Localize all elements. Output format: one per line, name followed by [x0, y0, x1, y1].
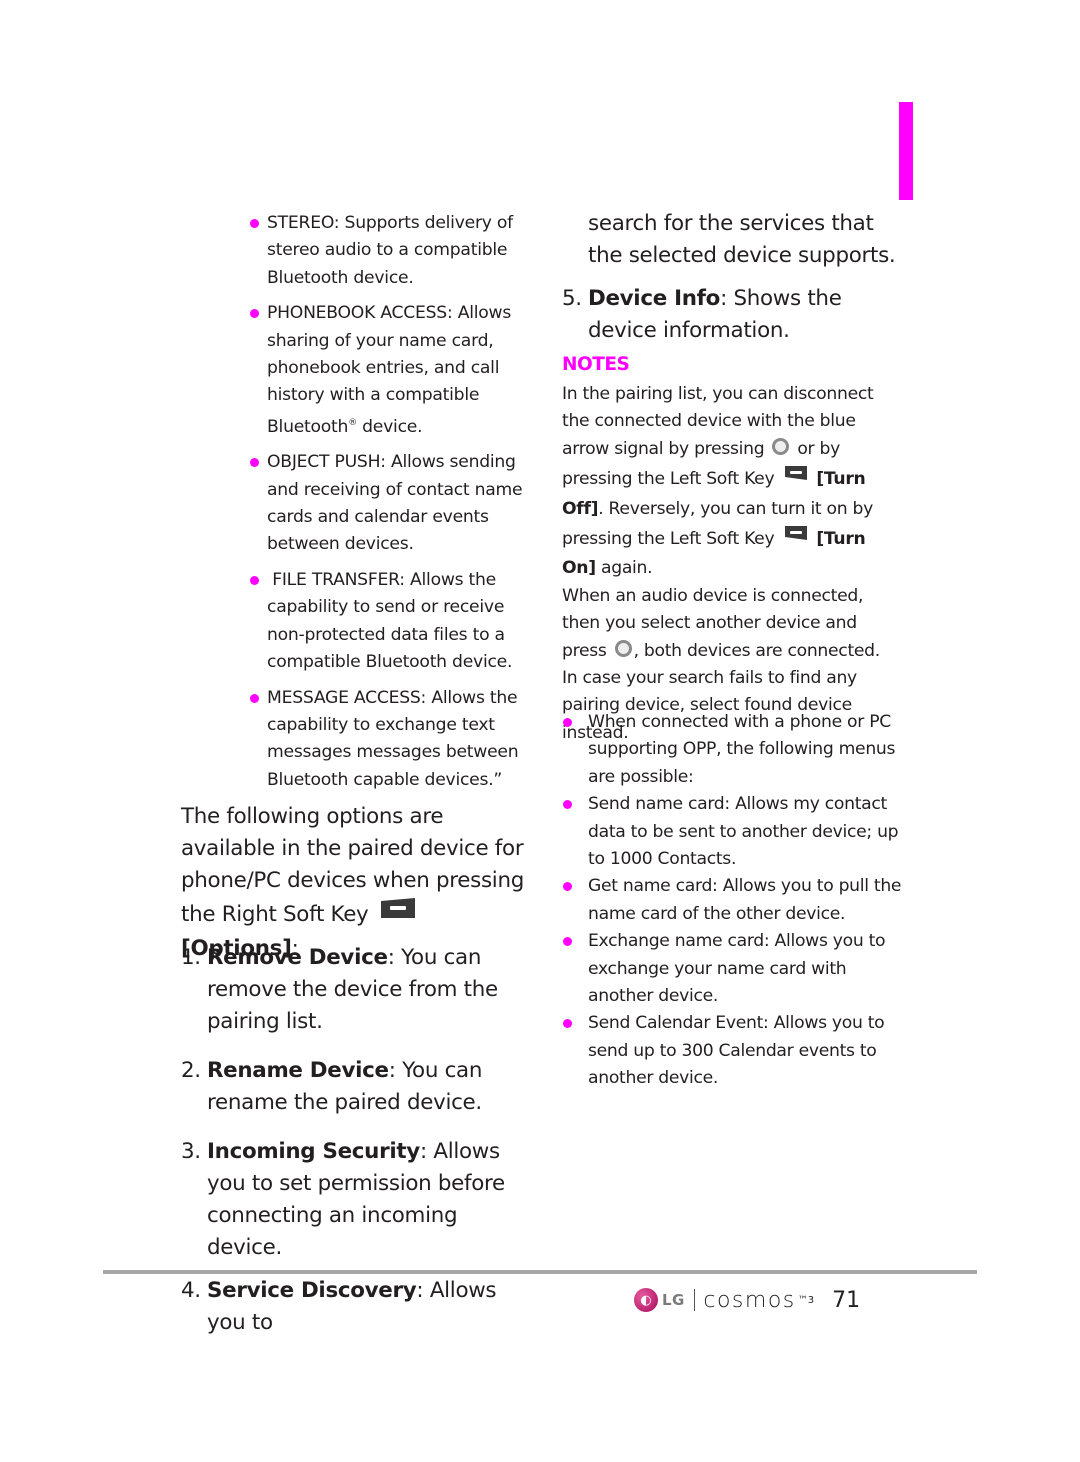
- list-item: STEREO: Supports delivery of stereo audi…: [250, 210, 525, 292]
- list-item: Send Calendar Event: Allows you to send …: [562, 1010, 902, 1092]
- bullet-text: device.: [356, 416, 423, 437]
- bullet-text: FILE TRANSFER: Allows the capability to …: [267, 569, 513, 673]
- item-number: 2.: [181, 1058, 201, 1083]
- list-item: Send name card: Allows my contact data t…: [562, 791, 902, 873]
- page-number: 71: [832, 1287, 861, 1313]
- item-term: Device Info: [588, 286, 721, 311]
- list-item: FILE TRANSFER: Allows the capability to …: [250, 567, 525, 677]
- notes-paragraph: When an audio device is connected, then …: [562, 583, 902, 665]
- registered-mark: ®: [348, 417, 357, 428]
- list-item: 2. Rename Device: You can rename the pai…: [181, 1055, 526, 1119]
- item-term: Incoming Security: [207, 1139, 420, 1164]
- footer-separator: [693, 1289, 696, 1311]
- bullet-text: Get name card: Allows you to pull the na…: [588, 876, 902, 924]
- item-number: 1.: [181, 945, 201, 970]
- ok-key-icon: [772, 438, 790, 456]
- left-soft-key-icon: [784, 463, 808, 490]
- options-intro: The following options are available in t…: [181, 801, 526, 965]
- lg-logo-icon: ◐: [634, 1288, 658, 1312]
- notes-bullet-list: When connected with a phone or PC suppor…: [562, 709, 902, 1093]
- option4-continued: search for the services that the selecte…: [588, 211, 896, 268]
- bullet-text: Send Calendar Event: Allows you to send …: [588, 1013, 885, 1089]
- item-term: Service Discovery: [207, 1278, 417, 1303]
- list-item: OBJECT PUSH: Allows sending and receivin…: [250, 449, 525, 559]
- options-list-continued: search for the services that the selecte…: [562, 208, 902, 364]
- bullet-text: OBJECT PUSH: Allows sending and receivin…: [267, 452, 523, 555]
- product-suffix: ™3: [797, 1294, 815, 1306]
- bullet-icon: [250, 693, 259, 703]
- item-term: Rename Device: [207, 1058, 389, 1083]
- bullet-text: When connected with a phone or PC suppor…: [588, 712, 896, 787]
- chapter-tab-marker: [899, 102, 913, 200]
- list-item: Get name card: Allows you to pull the na…: [562, 873, 902, 928]
- list-item: When connected with a phone or PC suppor…: [562, 709, 902, 791]
- notes-text: , both devices are connected.: [633, 640, 881, 661]
- footer-divider: [103, 1270, 977, 1274]
- item-number: 5.: [562, 286, 582, 311]
- list-item: PHONEBOOK ACCESS: Allows sharing of your…: [250, 300, 525, 441]
- bullet-text: Exchange name card: Allows you to exchan…: [588, 931, 886, 1007]
- list-item: 3. Incoming Security: Allows you to set …: [181, 1136, 526, 1264]
- ok-key-icon: [614, 640, 632, 658]
- item-number: 4.: [181, 1278, 201, 1303]
- lg-logo-text: LG: [662, 1291, 685, 1309]
- bullet-icon: [563, 882, 572, 892]
- list-item: MESSAGE ACCESS: Allows the capability to…: [250, 685, 525, 795]
- list-item: 5. Device Info: Shows the device informa…: [562, 283, 902, 347]
- intro-text: The following options are available in t…: [181, 804, 524, 927]
- item-number: 3.: [181, 1139, 201, 1164]
- bullet-icon: [250, 575, 259, 585]
- page-footer: ◐ LG cosmos ™3 71: [634, 1283, 860, 1317]
- bullet-text: Send name card: Allows my contact data t…: [588, 794, 899, 870]
- left-soft-key-icon: [784, 523, 808, 550]
- product-name: cosmos: [703, 1287, 796, 1313]
- item-term: Remove Device: [207, 945, 388, 970]
- right-soft-key-icon: [380, 897, 416, 929]
- bullet-icon: [250, 458, 259, 468]
- profile-bullet-list: STEREO: Supports delivery of stereo audi…: [250, 210, 525, 802]
- notes-paragraph: In the pairing list, you can disconnect …: [562, 381, 902, 583]
- bullet-text: STEREO: Supports delivery of stereo audi…: [267, 213, 513, 288]
- bullet-icon: [563, 800, 572, 810]
- bullet-icon: [250, 309, 259, 319]
- bullet-icon: [563, 1019, 572, 1029]
- bullet-icon: [563, 718, 572, 727]
- options-list: 1. Remove Device: You can remove the dev…: [181, 942, 526, 1356]
- bullet-icon: [563, 937, 572, 947]
- list-item: Exchange name card: Allows you to exchan…: [562, 928, 902, 1010]
- bullet-text: MESSAGE ACCESS: Allows the capability to…: [267, 687, 519, 790]
- notes-text: again.: [595, 558, 653, 579]
- list-item: 1. Remove Device: You can remove the dev…: [181, 942, 526, 1038]
- notes-heading: NOTES: [562, 354, 630, 375]
- list-item: 4. Service Discovery: Allows you to: [181, 1275, 526, 1339]
- bullet-icon: [250, 219, 259, 228]
- notes-body: In the pairing list, you can disconnect …: [562, 381, 902, 747]
